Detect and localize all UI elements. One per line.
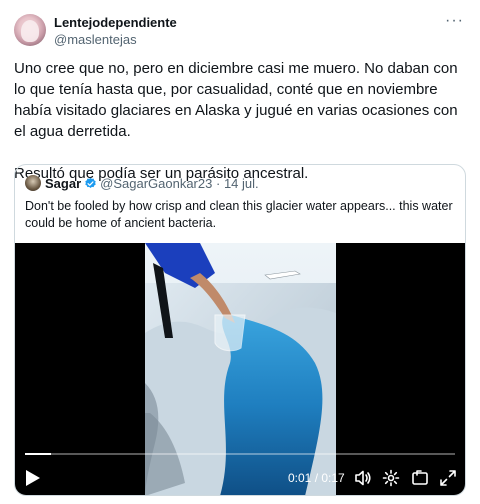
- fullscreen-icon[interactable]: [439, 469, 457, 487]
- quoted-avatar[interactable]: [25, 175, 41, 191]
- verified-badge-icon: [85, 177, 96, 188]
- video-player[interactable]: 0:01 / 0:17: [15, 243, 465, 495]
- picture-in-picture-icon[interactable]: [411, 469, 429, 487]
- quoted-tweet-header: Sagar @SagarGaonkar23 · 14 jul.: [25, 175, 259, 193]
- volume-icon[interactable]: [354, 469, 372, 487]
- video-progress-bar[interactable]: [25, 453, 455, 455]
- quoted-tweet[interactable]: Sagar @SagarGaonkar23 · 14 jul. Don't be…: [14, 164, 466, 496]
- video-progress-fill: [25, 453, 51, 455]
- date-separator: ·: [215, 176, 221, 191]
- quoted-date[interactable]: 14 jul.: [224, 176, 259, 191]
- avatar[interactable]: [14, 14, 46, 46]
- settings-icon[interactable]: [382, 469, 400, 487]
- quoted-tweet-text: Don't be fooled by how crisp and clean t…: [25, 199, 453, 230]
- author-display-name[interactable]: Lentejodependiente: [54, 14, 177, 31]
- quoted-handle[interactable]: @SagarGaonkar23: [100, 176, 212, 191]
- video-frame: [145, 243, 336, 495]
- tweet-header: Lentejodependiente @maslentejas ···: [14, 12, 468, 52]
- quoted-display-name[interactable]: Sagar: [45, 176, 81, 191]
- author-handle[interactable]: @maslentejas: [54, 31, 177, 48]
- tweet: Lentejodependiente @maslentejas ··· Uno …: [0, 0, 480, 504]
- author-names: Lentejodependiente @maslentejas: [54, 14, 177, 48]
- more-icon[interactable]: ···: [445, 12, 464, 30]
- play-icon[interactable]: [25, 469, 41, 487]
- video-time: 0:01 / 0:17: [288, 471, 345, 485]
